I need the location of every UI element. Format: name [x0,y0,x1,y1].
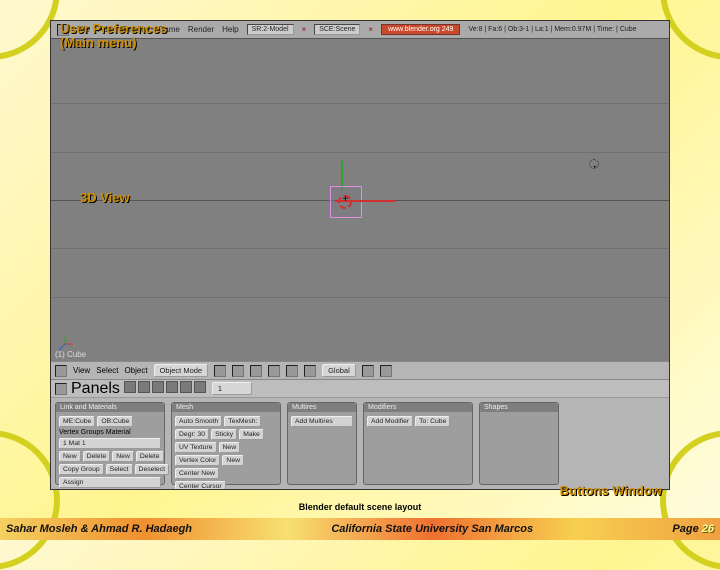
frame-number-field[interactable]: 1 [212,382,252,395]
sticky-label: Sticky [211,429,237,440]
delete-button[interactable]: Delete [136,451,164,462]
vertex-groups-label: Vertex Groups [59,429,104,436]
menu-select[interactable]: Select [96,366,118,375]
annotation-user-preferences: User Preferences (Main menu) [60,22,167,51]
auto-smooth-button[interactable]: Auto Smooth [175,416,222,427]
footer-page: Page 26 [672,523,714,535]
window-type-icon[interactable] [55,383,67,395]
orientation-selector[interactable]: Global [322,364,356,377]
footer-authors: Sahar Mosleh & Ahmad R. Hadaegh [6,523,192,535]
object-icon [166,381,178,393]
vertex-color-label: Vertex Color [175,455,220,466]
scale-icon[interactable] [304,365,316,377]
to-field: To: Cube [415,416,450,427]
blender-screenshot: File Add Timeline Game Render Help SR:2-… [50,20,670,490]
add-multires-button[interactable]: Add Multires [291,416,353,427]
translate-icon[interactable] [268,365,280,377]
rotate-icon[interactable] [286,365,298,377]
panel-mesh: Mesh Auto Smooth TexMesh: Degr: 30 Stick… [171,402,281,485]
delete-button[interactable]: Delete [83,451,111,462]
lamp-object[interactable] [589,159,599,169]
editing-icon [180,381,192,393]
material-index-field[interactable]: 1 Mat 1 [59,438,161,449]
material-label: Material [106,429,131,436]
select-button[interactable]: Select [106,464,133,475]
panel-modifiers: Modifiers Add Modifier To: Cube [363,402,473,485]
scene-icon [194,381,206,393]
me-field[interactable]: ME:Cube [59,416,95,427]
center-cursor-button[interactable]: Center Cursor [175,481,226,489]
panel-title: Mesh [172,403,280,412]
panel-title: Link and Materials [56,403,164,412]
footer-university: California State University San Marcos [331,523,533,535]
texmesh-field[interactable]: TexMesh: [224,416,261,427]
screenshot-caption: Blender default scene layout [0,502,720,512]
window-type-icon[interactable] [55,365,67,377]
mode-selector[interactable]: Object Mode [154,364,209,377]
assign-button[interactable]: Assign [59,477,161,488]
mini-axis-icon [55,334,75,359]
menu-view[interactable]: View [73,366,90,375]
new-button[interactable]: New [112,451,134,462]
script-icon [138,381,150,393]
center-new-button[interactable]: Center New [175,468,219,479]
panel-title: Shapes [480,403,558,412]
new-button[interactable]: New [222,455,244,466]
panel-link-and-materials: Link and Materials ME:Cube OB:Cube Verte… [55,402,165,485]
lock-icon[interactable] [380,365,392,377]
scene-stats: Ve:8 | Fa:6 | Ob:3-1 | La:1 | Mem:0.97M … [468,26,636,33]
uv-texture-label: UV Texture [175,442,217,453]
blender-url-box: www.blender.org 249 [381,24,460,35]
layer-button[interactable] [362,365,374,377]
menu-object[interactable]: Object [124,366,147,375]
menu-help[interactable]: Help [222,25,238,34]
buttons-window-header: Panels 1 [51,380,669,398]
context-icons[interactable] [124,380,208,398]
manipulator-icon[interactable] [250,365,262,377]
add-modifier-button[interactable]: Add Modifier [367,416,413,427]
make-button[interactable]: Make [239,429,264,440]
shading-icon [152,381,164,393]
degr-field[interactable]: Degr: 30 [175,429,209,440]
new-button[interactable]: New [219,442,241,453]
scene-field[interactable]: SCE:Scene [314,24,360,35]
draw-type-icon[interactable] [214,365,226,377]
logic-icon [124,381,136,393]
annotation-3d-view: 3D View [80,190,130,205]
copy-group-button[interactable]: Copy Group [59,464,104,475]
buttons-window: Panels 1 Link and Materials ME:Cube OB:C… [51,379,669,489]
3d-viewport[interactable]: (1) Cube [51,39,669,361]
panels-row: Link and Materials ME:Cube OB:Cube Verte… [51,398,669,489]
pivot-icon[interactable] [232,365,244,377]
close-icon[interactable]: × [302,25,307,34]
deselect-button[interactable]: Deselect [135,464,169,475]
panel-shapes: Shapes [479,402,559,485]
new-button[interactable]: New [59,451,81,462]
panel-multires: Multires Add Multires [287,402,357,485]
panel-title: Multires [288,403,356,412]
panels-label: Panels [71,380,120,398]
ob-field[interactable]: OB:Cube [97,416,133,427]
close-icon[interactable]: × [368,25,373,34]
panel-title: Modifiers [364,403,472,412]
annotation-buttons-window: Buttons Window [560,483,662,498]
menu-render[interactable]: Render [188,25,214,34]
screen-layout-field[interactable]: SR:2-Model [247,24,294,35]
slide-footer: Sahar Mosleh & Ahmad R. Hadaegh Californ… [0,518,720,540]
3d-view-header: View Select Object Object Mode Global [51,361,669,379]
